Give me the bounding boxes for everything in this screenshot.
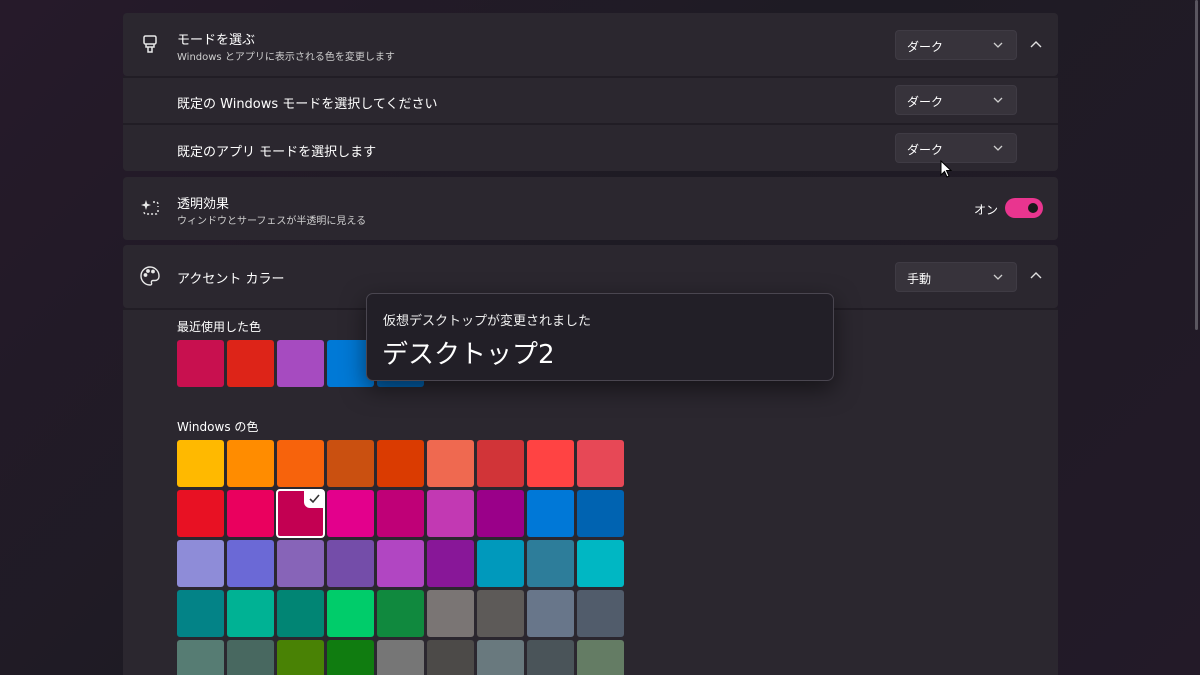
toast-desktop-name: デスクトップ2 [382,340,555,370]
windows-color-swatch[interactable] [277,440,324,487]
windows-color-swatch[interactable] [477,540,524,587]
toast-message: 仮想デスクトップが変更されました [383,314,592,329]
recent-color-swatch[interactable] [177,340,224,387]
chevron-down-icon [993,42,1003,48]
windows-color-swatch[interactable] [527,590,574,637]
windows-color-swatch[interactable] [427,590,474,637]
windows-colors-label: Windows の色 [177,420,259,434]
windows-color-swatch[interactable] [577,540,624,587]
windows-color-swatch[interactable] [527,490,574,537]
windows-color-swatch[interactable] [527,640,574,675]
mode-subtitle: Windows とアプリに表示される色を変更します [177,52,395,63]
windows-color-swatch[interactable] [427,640,474,675]
transparency-state-label: オン [974,203,999,217]
windows-mode-label: 既定の Windows モードを選択してください [177,97,438,112]
palette-icon [139,265,161,287]
windows-color-swatch[interactable] [177,490,224,537]
mode-dropdown[interactable]: ダーク [895,30,1017,60]
windows-color-swatch[interactable] [527,440,574,487]
windows-color-swatch[interactable] [577,640,624,675]
chevron-up-icon[interactable] [1028,268,1044,284]
windows-color-swatch[interactable] [327,490,374,537]
scrollbar[interactable] [1195,0,1198,330]
windows-color-swatch[interactable] [377,440,424,487]
windows-color-swatch[interactable] [227,440,274,487]
app-mode-dropdown-value: ダーク [907,143,944,157]
windows-color-swatch[interactable] [577,490,624,537]
windows-color-swatch[interactable] [227,490,274,537]
windows-color-swatch[interactable] [427,540,474,587]
windows-color-swatch[interactable] [377,590,424,637]
windows-mode-dropdown[interactable]: ダーク [895,85,1017,115]
mode-dropdown-value: ダーク [907,40,944,54]
transparency-toggle[interactable] [1005,198,1043,218]
windows-color-swatch[interactable] [577,440,624,487]
windows-color-swatch[interactable] [477,590,524,637]
transparency-title: 透明効果 [177,197,230,212]
checkmark-icon [304,490,324,508]
virtual-desktop-toast: 仮想デスクトップが変更されました デスクトップ2 [366,293,834,381]
windows-color-swatch[interactable] [177,440,224,487]
chevron-up-icon[interactable] [1028,37,1044,53]
recent-colors-label: 最近使用した色 [177,320,262,334]
windows-color-swatch[interactable] [327,540,374,587]
chevron-down-icon [993,274,1003,280]
app-mode-label: 既定のアプリ モードを選択します [177,145,377,160]
windows-color-swatch[interactable] [227,590,274,637]
windows-mode-dropdown-value: ダーク [907,95,944,109]
windows-color-swatch[interactable] [377,540,424,587]
transparency-sparkle-icon [139,197,161,219]
windows-color-swatch[interactable] [327,440,374,487]
windows-color-swatch[interactable] [327,590,374,637]
windows-color-swatch[interactable] [577,590,624,637]
windows-color-swatch[interactable] [477,440,524,487]
mouse-cursor-icon [940,160,953,178]
windows-color-swatch[interactable] [277,590,324,637]
chevron-down-icon [993,97,1003,103]
transparency-subtitle: ウィンドウとサーフェスが半透明に見える [177,216,367,227]
windows-color-swatch[interactable] [527,540,574,587]
windows-color-swatch[interactable] [327,640,374,675]
windows-color-swatch[interactable] [377,640,424,675]
windows-color-swatch[interactable] [177,640,224,675]
windows-color-swatch[interactable] [477,490,524,537]
windows-color-swatch[interactable] [427,490,474,537]
windows-color-swatch[interactable] [177,590,224,637]
windows-color-swatch[interactable] [277,640,324,675]
accent-title: アクセント カラー [177,272,285,287]
toggle-knob [1028,203,1038,213]
windows-color-swatch[interactable] [277,540,324,587]
windows-color-swatch[interactable] [377,490,424,537]
windows-color-swatch[interactable] [227,540,274,587]
windows-color-swatch[interactable] [276,489,325,538]
brush-icon [139,33,161,55]
windows-color-swatch[interactable] [477,640,524,675]
windows-color-swatch[interactable] [177,540,224,587]
windows-color-swatch[interactable] [227,640,274,675]
accent-dropdown[interactable]: 手動 [895,262,1017,292]
transparency-card [123,177,1058,240]
chevron-down-icon [993,145,1003,151]
accent-dropdown-value: 手動 [907,272,932,286]
mode-title: モードを選ぶ [177,33,256,48]
recent-color-swatch[interactable] [277,340,324,387]
app-mode-dropdown[interactable]: ダーク [895,133,1017,163]
recent-color-swatch[interactable] [227,340,274,387]
windows-color-swatch[interactable] [427,440,474,487]
